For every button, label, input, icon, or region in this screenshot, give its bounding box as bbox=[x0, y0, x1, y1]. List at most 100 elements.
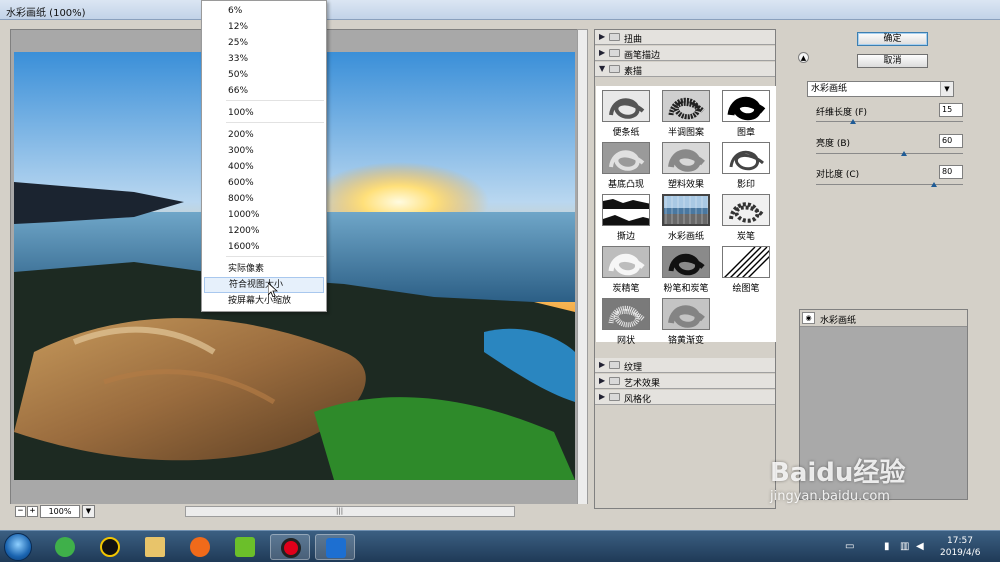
filter-select[interactable]: 水彩画纸 ▼ bbox=[807, 81, 954, 97]
zoom-value[interactable]: 100% bbox=[40, 505, 80, 518]
thumb-torn-edges[interactable]: 撕边 bbox=[596, 193, 656, 245]
zoom-menu-item[interactable]: 800% bbox=[204, 191, 324, 207]
tray-usb-icon[interactable]: ▮ bbox=[884, 541, 890, 552]
thumbnail-image bbox=[722, 194, 770, 226]
folder-open-icon bbox=[609, 65, 620, 73]
category-label: 扭曲 bbox=[624, 35, 643, 45]
effect-layer-row[interactable]: ◉ 水彩画纸 bbox=[800, 310, 967, 327]
folder-icon bbox=[609, 33, 620, 41]
category-brush-strokes[interactable]: ▶ 画笔描边 bbox=[595, 46, 775, 61]
thumb-water-paper[interactable]: 水彩画纸 bbox=[656, 193, 716, 245]
tray-network-icon[interactable]: ▥ bbox=[900, 541, 909, 552]
zoom-menu-item[interactable]: 600% bbox=[204, 175, 324, 191]
category-label: 纹理 bbox=[624, 363, 643, 373]
preview-vertical-scrollbar[interactable] bbox=[577, 29, 588, 505]
zoom-in-button[interactable]: + bbox=[27, 506, 38, 517]
param-contrast-label: 对比度 (C) bbox=[816, 170, 860, 180]
menu-separator bbox=[226, 100, 324, 101]
category-distort[interactable]: ▶ 扭曲 bbox=[595, 30, 775, 45]
taskbar-app-1[interactable] bbox=[45, 534, 85, 560]
zoom-menu-item[interactable]: 25% bbox=[204, 35, 324, 51]
ok-button[interactable]: 确定 bbox=[857, 32, 928, 46]
brightness-knob[interactable] bbox=[901, 151, 908, 156]
thumb-charcoal[interactable]: 炭笔 bbox=[716, 193, 776, 245]
zoom-menu-item[interactable]: 1000% bbox=[204, 207, 324, 223]
menu-separator bbox=[226, 122, 324, 123]
preview-horizontal-scrollbar[interactable]: ||| bbox=[185, 506, 515, 517]
taskbar-app-6[interactable] bbox=[270, 534, 310, 560]
thumb-graphic-pen[interactable]: 绘图笔 bbox=[716, 245, 776, 297]
zoom-menu-item[interactable]: 200% bbox=[204, 127, 324, 143]
zoom-out-button[interactable]: − bbox=[15, 506, 26, 517]
zoom-menu-item[interactable]: 300% bbox=[204, 143, 324, 159]
thumb-caption: 便条纸 bbox=[612, 128, 640, 138]
thumbnail-image bbox=[722, 246, 770, 278]
thumb-reticulation[interactable]: 网状 bbox=[596, 297, 656, 349]
taskbar-app-7[interactable] bbox=[315, 534, 355, 560]
taskbar-clock[interactable]: 17:57 2019/4/6 bbox=[940, 535, 980, 559]
window-titlebar[interactable]: 水彩画纸 (100%) bbox=[0, 0, 1000, 20]
contrast-slider[interactable] bbox=[816, 184, 963, 185]
contrast-input[interactable]: 80 bbox=[939, 165, 963, 179]
zoom-menu-item[interactable]: 66% bbox=[204, 83, 324, 99]
thumb-caption: 撕边 bbox=[616, 232, 635, 242]
menu-separator bbox=[226, 256, 324, 257]
zoom-dropdown-button[interactable]: ▼ bbox=[82, 505, 95, 518]
thumb-halftone[interactable]: 半调图案 bbox=[656, 89, 716, 141]
zoom-menu-item[interactable]: 符合视图大小 bbox=[204, 277, 324, 293]
zoom-menu-item[interactable]: 6% bbox=[204, 3, 324, 19]
folder-icon bbox=[145, 537, 165, 557]
thumb-caption: 塑料效果 bbox=[667, 180, 704, 190]
thumbnail-image bbox=[722, 90, 770, 122]
zoom-menu-item[interactable]: 1200% bbox=[204, 223, 324, 239]
taskbar-app-3[interactable] bbox=[135, 534, 175, 560]
thumb-caption: 半调图案 bbox=[667, 128, 704, 138]
zoom-menu-item[interactable]: 12% bbox=[204, 19, 324, 35]
thumb-bas-relief[interactable]: 基底凸现 bbox=[596, 141, 656, 193]
thumb-photocopy[interactable]: 影印 bbox=[716, 141, 776, 193]
zoom-menu-item[interactable]: 100% bbox=[204, 105, 324, 121]
brightness-slider[interactable] bbox=[816, 153, 963, 154]
tray-keyboard-icon[interactable]: ▭ bbox=[845, 541, 854, 552]
zoom-menu: 6% 12% 25% 33% 50% 66% 100% 200% 300% 400% 600% 800… bbox=[201, 0, 327, 312]
fiber-length-input[interactable]: 15 bbox=[939, 103, 963, 117]
thumbnail-image bbox=[602, 90, 650, 122]
category-artistic[interactable]: ▶ 艺术效果 bbox=[595, 374, 775, 389]
thumb-caption: 网状 bbox=[616, 336, 635, 346]
thumb-plaster[interactable]: 塑料效果 bbox=[656, 141, 716, 193]
thumb-caption: 粉笔和炭笔 bbox=[663, 284, 709, 294]
taskbar-app-5[interactable] bbox=[225, 534, 265, 560]
fiber-length-slider[interactable] bbox=[816, 121, 963, 122]
taskbar-app-2[interactable] bbox=[90, 534, 130, 560]
eye-icon[interactable]: ◉ bbox=[802, 312, 815, 324]
cancel-button[interactable]: 取消 bbox=[857, 54, 928, 68]
start-button[interactable] bbox=[4, 533, 32, 561]
thumb-stamp[interactable]: 图章 bbox=[716, 89, 776, 141]
zoom-menu-item[interactable]: 33% bbox=[204, 51, 324, 67]
thumb-caption: 炭精笔 bbox=[612, 284, 640, 294]
collapsed-triangle-icon: ▶ bbox=[599, 360, 606, 369]
thumbnail-image bbox=[602, 194, 650, 226]
contrast-knob[interactable] bbox=[930, 182, 937, 187]
record-icon bbox=[281, 538, 301, 558]
taskbar-app-4[interactable] bbox=[180, 534, 220, 560]
zoom-menu-item[interactable]: 按屏幕大小缩放 bbox=[204, 293, 324, 309]
thumb-note-paper[interactable]: 便条纸 bbox=[596, 89, 656, 141]
collapse-gallery-button[interactable]: ▲ bbox=[798, 52, 809, 63]
zoom-menu-item[interactable]: 实际像素 bbox=[204, 261, 324, 277]
category-texture[interactable]: ▶ 纹理 bbox=[595, 358, 775, 373]
zoom-menu-item[interactable]: 1600% bbox=[204, 239, 324, 255]
thumb-conte-crayon[interactable]: 炭精笔 bbox=[596, 245, 656, 297]
category-stylize[interactable]: ▶ 风格化 bbox=[595, 390, 775, 405]
brightness-input[interactable]: 60 bbox=[939, 134, 963, 148]
clock-time: 17:57 bbox=[947, 536, 973, 546]
category-sketch[interactable]: ▼ 素描 bbox=[595, 62, 775, 77]
tray-volume-icon[interactable]: ◀ bbox=[916, 541, 924, 552]
thumb-caption: 影印 bbox=[736, 180, 755, 190]
fiber-length-knob[interactable] bbox=[849, 119, 856, 124]
zoom-menu-item[interactable]: 50% bbox=[204, 67, 324, 83]
chevron-down-icon: ▼ bbox=[940, 82, 953, 96]
thumb-chrome[interactable]: 铬黄渐变 bbox=[656, 297, 716, 349]
thumb-chalk-charcoal[interactable]: 粉笔和炭笔 bbox=[656, 245, 716, 297]
zoom-menu-item[interactable]: 400% bbox=[204, 159, 324, 175]
